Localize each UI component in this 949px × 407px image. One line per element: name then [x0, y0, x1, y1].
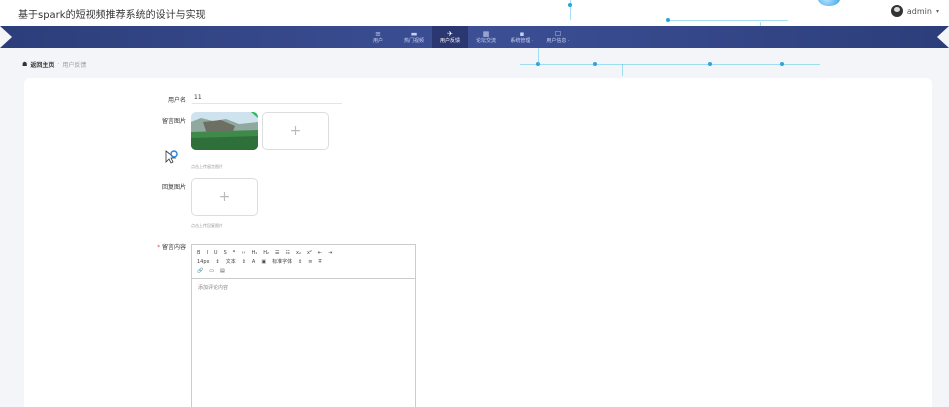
- breadcrumb-current: 用户反馈: [62, 62, 87, 69]
- chevron-down-icon: ▾: [935, 7, 939, 15]
- rich-text-editor: B I U S ❞ ‹› H₁ H₂ ☰ ☷ x₂ x² ⇤ ⇥ 14px ⇕ 文本 ⇕ A ▣ 标准字体 ⇕ ≡ T̶ 🔗…: [191, 244, 416, 407]
- toolbar-button[interactable]: ⇕: [216, 259, 220, 265]
- content-label: * 留言内容: [126, 242, 186, 251]
- decor-line: [520, 64, 820, 65]
- nav-item-hot-videos[interactable]: ▬ 热门视频: [396, 26, 432, 48]
- grid-icon: ▦: [482, 29, 490, 38]
- breadcrumb-separator: ·: [57, 61, 60, 68]
- username-input[interactable]: [192, 92, 342, 104]
- mouse-cursor-icon: [165, 150, 178, 164]
- toolbar-button[interactable]: ≡: [308, 259, 312, 265]
- decor-dot: [568, 3, 572, 7]
- breadcrumb: ☗ 返回主页 · 用户反馈: [22, 60, 86, 69]
- toolbar-button[interactable]: U: [214, 250, 218, 256]
- add-image-button[interactable]: +: [262, 112, 329, 150]
- toolbar-row: 🔗 ▭ ▤: [197, 266, 410, 275]
- required-mark: *: [157, 244, 161, 251]
- nav-label: 用户反馈: [439, 37, 460, 44]
- nav-item-forum[interactable]: ▦ 论坛交流: [468, 26, 504, 48]
- menu-icon: ≡: [375, 29, 381, 38]
- user-avatar-icon: [890, 5, 903, 17]
- breadcrumb-home-link[interactable]: 返回主页: [30, 60, 54, 69]
- decor-line: [538, 48, 539, 64]
- toolbar-button[interactable]: T̶: [319, 259, 322, 265]
- toolbar-button[interactable]: ❞: [233, 250, 236, 256]
- toolbar-button[interactable]: 标准字体: [272, 258, 292, 265]
- nav-label: 用户信息 ·: [546, 37, 570, 44]
- toolbar-button[interactable]: I: [206, 250, 207, 256]
- decor-dot: [593, 62, 597, 66]
- editor-content-area[interactable]: 添加评论内容: [192, 279, 415, 296]
- landscape-image-icon: [191, 112, 258, 150]
- decor-dot: [708, 62, 712, 66]
- top-header: 基于spark的短视频推荐系统的设计与实现 admin ▾: [0, 0, 949, 28]
- nav-item-user[interactable]: ≡ 用户: [360, 26, 396, 48]
- reply-image-upload-hint: 点击上传回复图片: [191, 223, 223, 228]
- user-name: admin: [906, 6, 932, 16]
- toolbar-button[interactable]: H₂: [263, 250, 269, 256]
- decor-line: [622, 64, 623, 76]
- toolbar-button[interactable]: B: [197, 250, 200, 256]
- toolbar-button[interactable]: ☷: [286, 250, 290, 256]
- toolbar-button[interactable]: ☰: [275, 250, 279, 256]
- decor-bubble: [818, 0, 840, 6]
- toolbar-button[interactable]: ⇕: [242, 259, 246, 265]
- toolbar-button[interactable]: H₁: [251, 250, 257, 256]
- toolbar-button[interactable]: ‹›: [241, 250, 245, 256]
- main-nav: ≡ 用户 ▬ 热门视频 ✈ 用户反馈 ▦ 论坛交流 ▪ 系统管理 · ☐ 用户信…: [0, 26, 949, 48]
- image-upload-hint: 点击上传留言图片: [191, 164, 223, 169]
- editor-placeholder: 添加评论内容: [198, 285, 229, 291]
- toolbar-button[interactable]: 文本: [226, 258, 236, 265]
- decor-dot: [780, 62, 784, 66]
- home-icon: ☗: [22, 61, 28, 68]
- toolbar-button[interactable]: ⇕: [298, 259, 302, 265]
- toolbar-button[interactable]: ▣: [261, 259, 266, 265]
- toolbar-button[interactable]: ⇥: [328, 250, 332, 256]
- decor-line: [668, 20, 788, 21]
- toolbar-button[interactable]: x²: [307, 250, 312, 256]
- toolbar-button[interactable]: ⇤: [318, 250, 322, 256]
- user-menu[interactable]: admin ▾: [890, 5, 939, 17]
- username-label: 用户名: [167, 97, 186, 104]
- toolbar-row: 14px ⇕ 文本 ⇕ A ▣ 标准字体 ⇕ ≡ T̶: [197, 257, 410, 266]
- profile-icon: ☐: [554, 29, 562, 38]
- nav-item-system[interactable]: ▪ 系统管理 ·: [504, 26, 540, 48]
- plus-icon: +: [289, 123, 302, 139]
- reply-image-label: 回复图片: [161, 184, 186, 191]
- editor-toolbar: B I U S ❞ ‹› H₁ H₂ ☰ ☷ x₂ x² ⇤ ⇥ 14px ⇕ 文本 ⇕ A ▣ 标准字体 ⇕ ≡ T̶ 🔗…: [192, 245, 415, 279]
- toolbar-row: B I U S ❞ ‹› H₁ H₂ ☰ ☷ x₂ x² ⇤ ⇥: [197, 248, 410, 257]
- nav-label: 用户: [372, 37, 383, 44]
- toolbar-button[interactable]: 14px: [197, 259, 210, 265]
- nav-label: 系统管理 ·: [510, 37, 534, 44]
- toolbar-button[interactable]: ▭: [209, 268, 214, 274]
- toolbar-button[interactable]: S: [224, 250, 227, 256]
- toolbar-button[interactable]: ▤: [220, 268, 225, 274]
- video-icon: ▬: [410, 29, 418, 38]
- toolbar-button[interactable]: A: [252, 259, 255, 265]
- nav-label: 热门视频: [403, 37, 424, 44]
- toolbar-button[interactable]: 🔗: [197, 268, 203, 274]
- nav-item-feedback[interactable]: ✈ 用户反馈: [432, 26, 468, 48]
- add-reply-image-button[interactable]: +: [191, 178, 258, 216]
- image-label: 留言图片: [161, 118, 186, 125]
- plus-icon: +: [218, 189, 231, 205]
- content-label-text: 留言内容: [161, 244, 186, 251]
- nav-label: 论坛交流: [475, 37, 496, 44]
- decor-dot: [666, 18, 670, 22]
- uploaded-image-thumbnail[interactable]: [191, 112, 258, 150]
- toolbar-button[interactable]: x₂: [296, 250, 301, 256]
- send-icon: ✈: [447, 29, 453, 38]
- nav-item-user-info[interactable]: ☐ 用户信息 ·: [540, 26, 576, 48]
- system-icon: ▪: [519, 29, 525, 38]
- site-title: 基于spark的短视频推荐系统的设计与实现: [18, 10, 206, 21]
